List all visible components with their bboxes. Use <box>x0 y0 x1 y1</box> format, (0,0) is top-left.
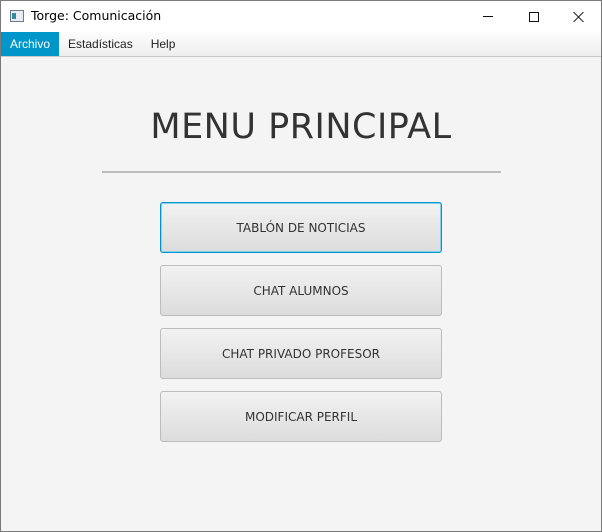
close-icon <box>573 11 585 23</box>
minimize-button[interactable] <box>465 1 511 32</box>
app-window-icon <box>10 10 24 22</box>
title-divider <box>102 171 501 173</box>
maximize-button[interactable] <box>511 1 557 32</box>
chat-privado-profesor-button[interactable]: CHAT PRIVADO PROFESOR <box>160 328 442 379</box>
close-button[interactable] <box>556 1 602 32</box>
chat-alumnos-button[interactable]: CHAT ALUMNOS <box>160 265 442 316</box>
tablon-de-noticias-button[interactable]: TABLÓN DE NOTICIAS <box>160 202 442 253</box>
title-bar[interactable]: Torge: Comunicación <box>1 1 601 32</box>
main-content: MENU PRINCIPAL TABLÓN DE NOTICIAS CHAT A… <box>1 57 601 531</box>
menu-estadisticas[interactable]: Estadísticas <box>59 32 142 56</box>
menu-bar: Archivo Estadísticas Help <box>1 32 601 57</box>
menu-help[interactable]: Help <box>142 32 185 56</box>
page-title: MENU PRINCIPAL <box>150 107 452 147</box>
app-window: Torge: Comunicación Archivo Estadísticas… <box>0 0 602 532</box>
maximize-icon <box>529 11 539 22</box>
window-title: Torge: Comunicación <box>31 8 162 23</box>
minimize-icon <box>483 16 493 17</box>
menu-archivo[interactable]: Archivo <box>1 32 60 56</box>
modificar-perfil-button[interactable]: MODIFICAR PERFIL <box>160 391 442 442</box>
